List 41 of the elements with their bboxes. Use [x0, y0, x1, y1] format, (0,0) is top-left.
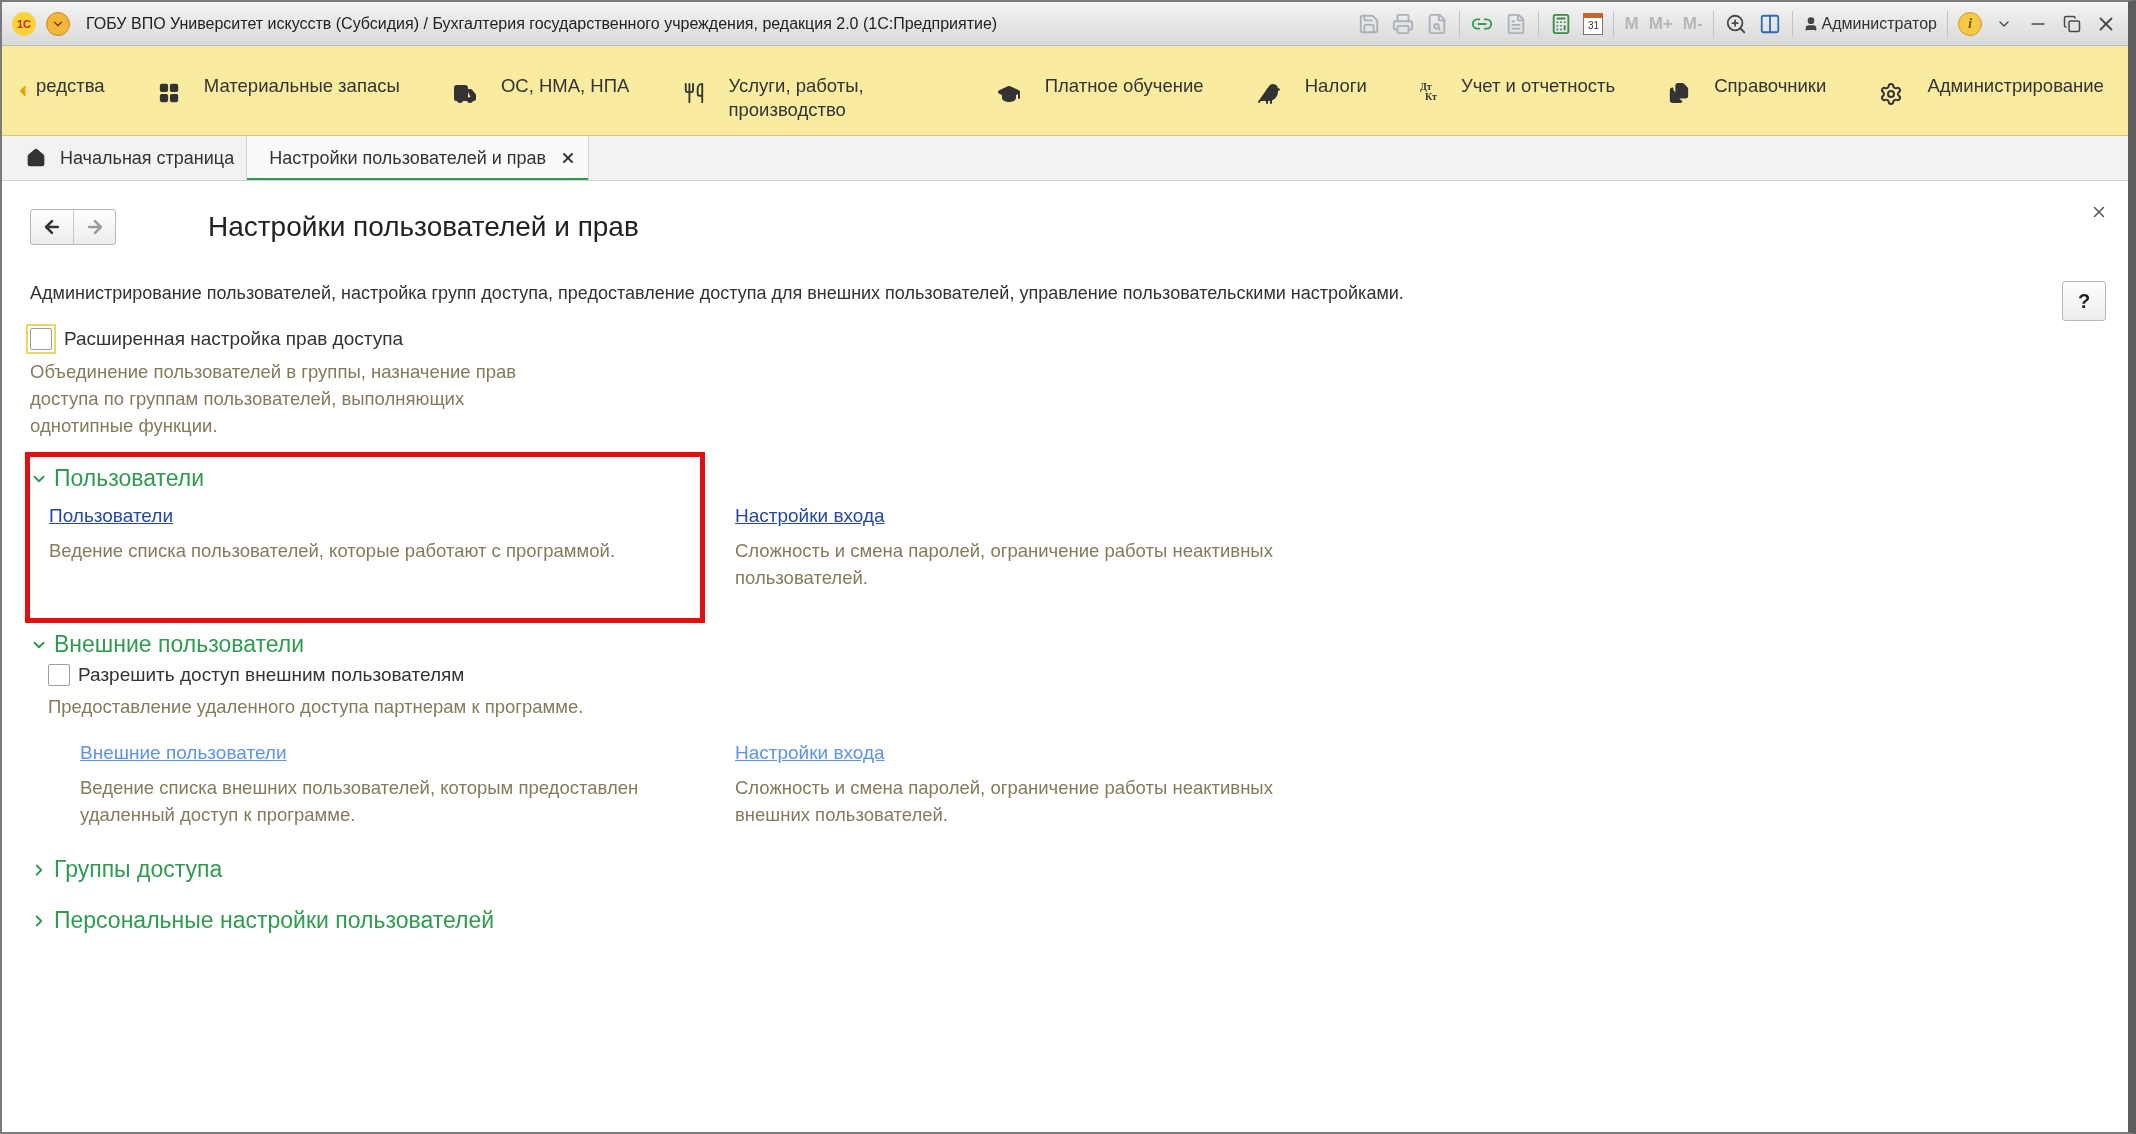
debit-credit-icon[interactable]: Дт Кт: [1419, 82, 1437, 102]
app-logo: 1С: [12, 11, 36, 36]
help-button[interactable]: ?: [2062, 281, 2106, 321]
section-menu-item[interactable]: ОС, НМА, НПА: [500, 74, 630, 98]
group-header[interactable]: Пользователи: [30, 465, 205, 492]
fork-knife-icon[interactable]: [682, 82, 705, 104]
settings-icon[interactable]: [1879, 82, 1904, 106]
hint-text: Сложность и смена паролей, ограничение работы неактивных внешних пользователей.: [735, 776, 1274, 827]
user-name[interactable]: Администратор: [1821, 14, 1937, 33]
main-menu-button[interactable]: [46, 11, 70, 36]
window-title: ГОБУ ВПО Университет искусств (Субсидия) / Бухгалтерия государственного учреждения, редакция 2.0 (1С:Предприятие): [86, 14, 999, 33]
section-menu-item[interactable]: Платное обучение: [1044, 74, 1204, 98]
calendar-icon[interactable]: 31: [1583, 12, 1604, 35]
section-menu-item[interactable]: Справочники: [1714, 74, 1827, 98]
truck-icon[interactable]: [452, 82, 477, 106]
group-header[interactable]: Внешние пользователи: [30, 631, 305, 658]
group-header[interactable]: Группы доступа: [30, 856, 223, 883]
hint-text: Сложность и смена паролей, ограничение работы неактивных пользователей.: [735, 539, 1274, 590]
section-menu-item[interactable]: Налоги: [1304, 74, 1367, 98]
section-menu-item[interactable]: Администрирование: [1927, 74, 2104, 98]
info-button[interactable]: i: [1958, 11, 1982, 36]
checkbox-label[interactable]: Разрешить доступ внешним пользователям: [78, 664, 465, 686]
page-title: Настройки пользователей и прав: [208, 211, 639, 243]
bird-icon[interactable]: [1256, 82, 1281, 106]
hint-text: Ведение списка внешних пользователей, которым предоставлен удаленный доступ к программе.: [80, 776, 640, 827]
section-menu-item[interactable]: Услуги, работы, производство: [728, 74, 944, 122]
checkbox[interactable]: [48, 664, 70, 686]
page-description: Администрирование пользователей, настройка групп доступа, предоставление доступа для внешних пользователей, управление пользовательскими настройками.: [30, 283, 1404, 304]
tab[interactable]: Настройки пользователей и прав: [247, 136, 590, 180]
home-icon: [26, 148, 46, 168]
checkbox-label[interactable]: Расширенная настройка прав доступа: [64, 328, 404, 350]
group-header[interactable]: Персональные настройки пользователей: [30, 907, 495, 934]
section-menu-item[interactable]: Материальные запасы: [203, 74, 400, 98]
note-text: Предоставление удаленного доступа партнерам к программе.: [47, 696, 585, 718]
link[interactable]: Настройки входа: [735, 505, 885, 527]
link[interactable]: Пользователи: [49, 505, 173, 527]
hint-text: Ведение списка пользователей, которые работают с программой.: [49, 539, 617, 563]
hint-text: Объединение пользователей в группы, назначение прав доступа по группам пользователей, выполняющих однотипные функции.: [30, 360, 518, 438]
section-menu-item[interactable]: редства: [36, 74, 105, 98]
section-menu-item[interactable]: Учет и отчетность: [1460, 74, 1616, 98]
grid-icon[interactable]: [157, 82, 180, 104]
